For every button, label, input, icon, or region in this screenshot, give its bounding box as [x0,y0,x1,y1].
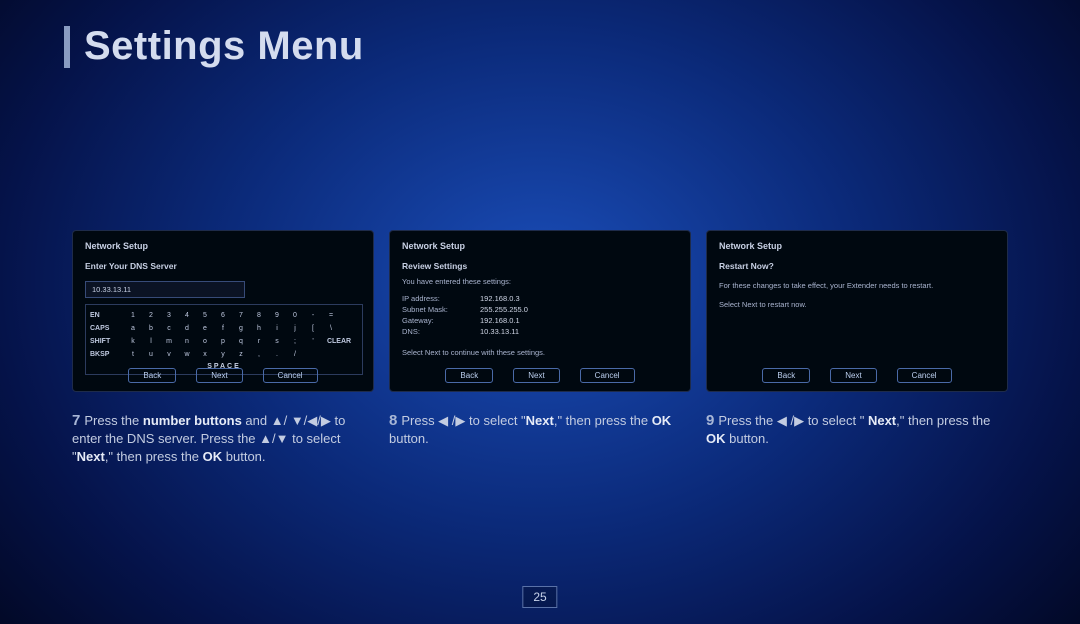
cancel-button[interactable]: Cancel [897,368,952,383]
onscreen-keyboard[interactable]: EN 1234567890-= CAPS abcdefghij[\ SHIFT … [85,304,363,375]
panel-review-settings: Network Setup Review Settings You have e… [389,230,691,392]
page-number: 25 [522,586,557,608]
panel3-line1: For these changes to take effect, your E… [719,281,995,290]
kv-gateway: Gateway:192.168.0.1 [402,316,678,325]
kv-dns: DNS:10.33.13.11 [402,327,678,336]
title-accent [64,26,70,68]
kv-mask: Subnet Mask:255.255.255.0 [402,305,678,314]
panel2-intro: You have entered these settings: [402,277,678,286]
kv-ip: IP address:192.168.0.3 [402,294,678,303]
kb-lang[interactable]: EN [90,309,124,322]
cancel-button[interactable]: Cancel [580,368,635,383]
panel3-line2: Select Next to restart now. [719,300,995,309]
panel3-header: Network Setup [719,241,995,251]
next-button[interactable]: Next [196,368,242,383]
back-button[interactable]: Back [128,368,176,383]
caption-8: 8Press ◀ /▶ to select "Next," then press… [389,412,691,466]
screenshot-row: Network Setup Enter Your DNS Server 10.3… [72,230,1008,392]
next-button[interactable]: Next [830,368,876,383]
kb-clear[interactable]: CLEAR [322,335,356,348]
step-captions: 7Press the number buttons and ▲/ ▼/◀/▶ t… [72,412,1008,466]
panel2-subtitle: Review Settings [402,261,678,271]
panel-dns-entry: Network Setup Enter Your DNS Server 10.3… [72,230,374,392]
back-button[interactable]: Back [762,368,810,383]
back-button[interactable]: Back [445,368,493,383]
panel2-header: Network Setup [402,241,678,251]
dns-input[interactable]: 10.33.13.11 [85,281,245,298]
panel1-subtitle: Enter Your DNS Server [85,261,361,271]
caption-7: 7Press the number buttons and ▲/ ▼/◀/▶ t… [72,412,374,466]
panel3-subtitle: Restart Now? [719,261,995,271]
panel2-footnote: Select Next to continue with these setti… [402,348,678,357]
kb-bksp[interactable]: BKSP [90,348,124,361]
panel1-header: Network Setup [85,241,361,251]
page-title-bar: Settings Menu [64,24,364,69]
page-title: Settings Menu [84,24,364,69]
kb-caps[interactable]: CAPS [90,322,124,335]
kb-shift[interactable]: SHIFT [90,335,124,348]
cancel-button[interactable]: Cancel [263,368,318,383]
next-button[interactable]: Next [513,368,559,383]
caption-9: 9Press the ◀ /▶ to select " Next," then … [706,412,1008,466]
panel-restart: Network Setup Restart Now? For these cha… [706,230,1008,392]
